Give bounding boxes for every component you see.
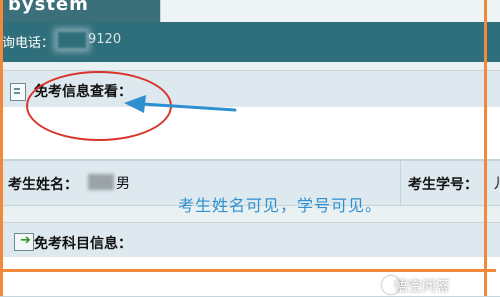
student-id-label: 考生学号： bbox=[408, 177, 478, 193]
watermark-text: 悟空问答 bbox=[394, 279, 450, 295]
phone-info-bar: 询电话： 9120 bbox=[0, 22, 500, 62]
exempt-info-header: 免考信息查看： bbox=[0, 70, 500, 108]
orange-frame-bottom bbox=[0, 269, 496, 272]
student-id-value: 儿 bbox=[494, 173, 500, 193]
annotation-text: 考生姓名可见，学号可见。 bbox=[178, 196, 383, 215]
phone-value: 9120 bbox=[88, 32, 122, 47]
orange-frame-right bbox=[484, 0, 487, 296]
exempt-info-title: 免考信息查看： bbox=[34, 84, 132, 100]
window-title: bystem bbox=[8, 0, 89, 15]
phone-redaction bbox=[58, 32, 86, 48]
cell-divider bbox=[400, 161, 401, 205]
arrow-right-icon bbox=[14, 233, 34, 251]
exempt-subjects-title: 免考科目信息： bbox=[34, 236, 132, 252]
student-name-redaction bbox=[88, 174, 114, 190]
top-right-panel bbox=[160, 0, 500, 22]
top-title-bar: bystem bbox=[0, 0, 500, 22]
student-name-label: 考生姓名： bbox=[8, 177, 78, 193]
exempt-info-body bbox=[0, 107, 500, 160]
phone-label: 询电话： bbox=[2, 36, 55, 51]
student-name-value: 男 bbox=[116, 176, 130, 192]
exempt-subjects-header: 免考科目信息： bbox=[0, 222, 500, 258]
document-icon bbox=[10, 83, 26, 101]
annotation-arrow bbox=[124, 95, 237, 113]
orange-frame-left bbox=[0, 0, 3, 296]
